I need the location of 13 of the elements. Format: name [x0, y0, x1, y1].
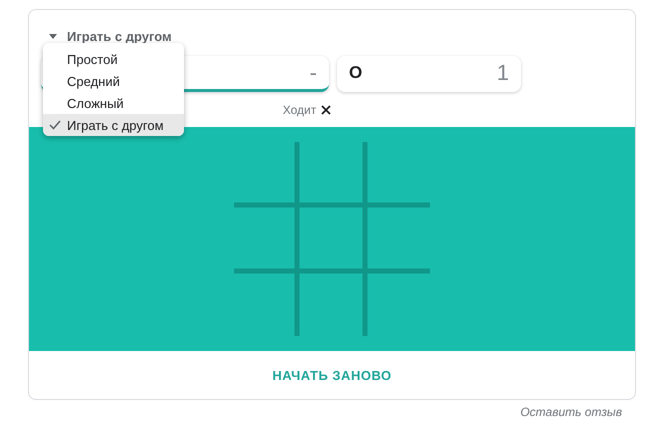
menu-item[interactable]: Сложный [43, 92, 184, 114]
menu-item[interactable]: Играть с другом [43, 114, 184, 136]
cross-icon [321, 104, 332, 114]
caret-icon [49, 34, 57, 39]
mode-dropdown[interactable]: Играть с другом [49, 29, 172, 44]
feedback-link[interactable]: Оставить отзыв [520, 405, 622, 419]
turn-label: Ходит [282, 102, 316, 116]
player-symbol: O [349, 62, 362, 82]
score-value: 1 [496, 60, 509, 86]
menu-item[interactable]: Простой [43, 48, 184, 70]
score-value: - [310, 60, 317, 86]
check-icon [49, 120, 61, 130]
menu-item[interactable]: Средний [43, 70, 184, 92]
